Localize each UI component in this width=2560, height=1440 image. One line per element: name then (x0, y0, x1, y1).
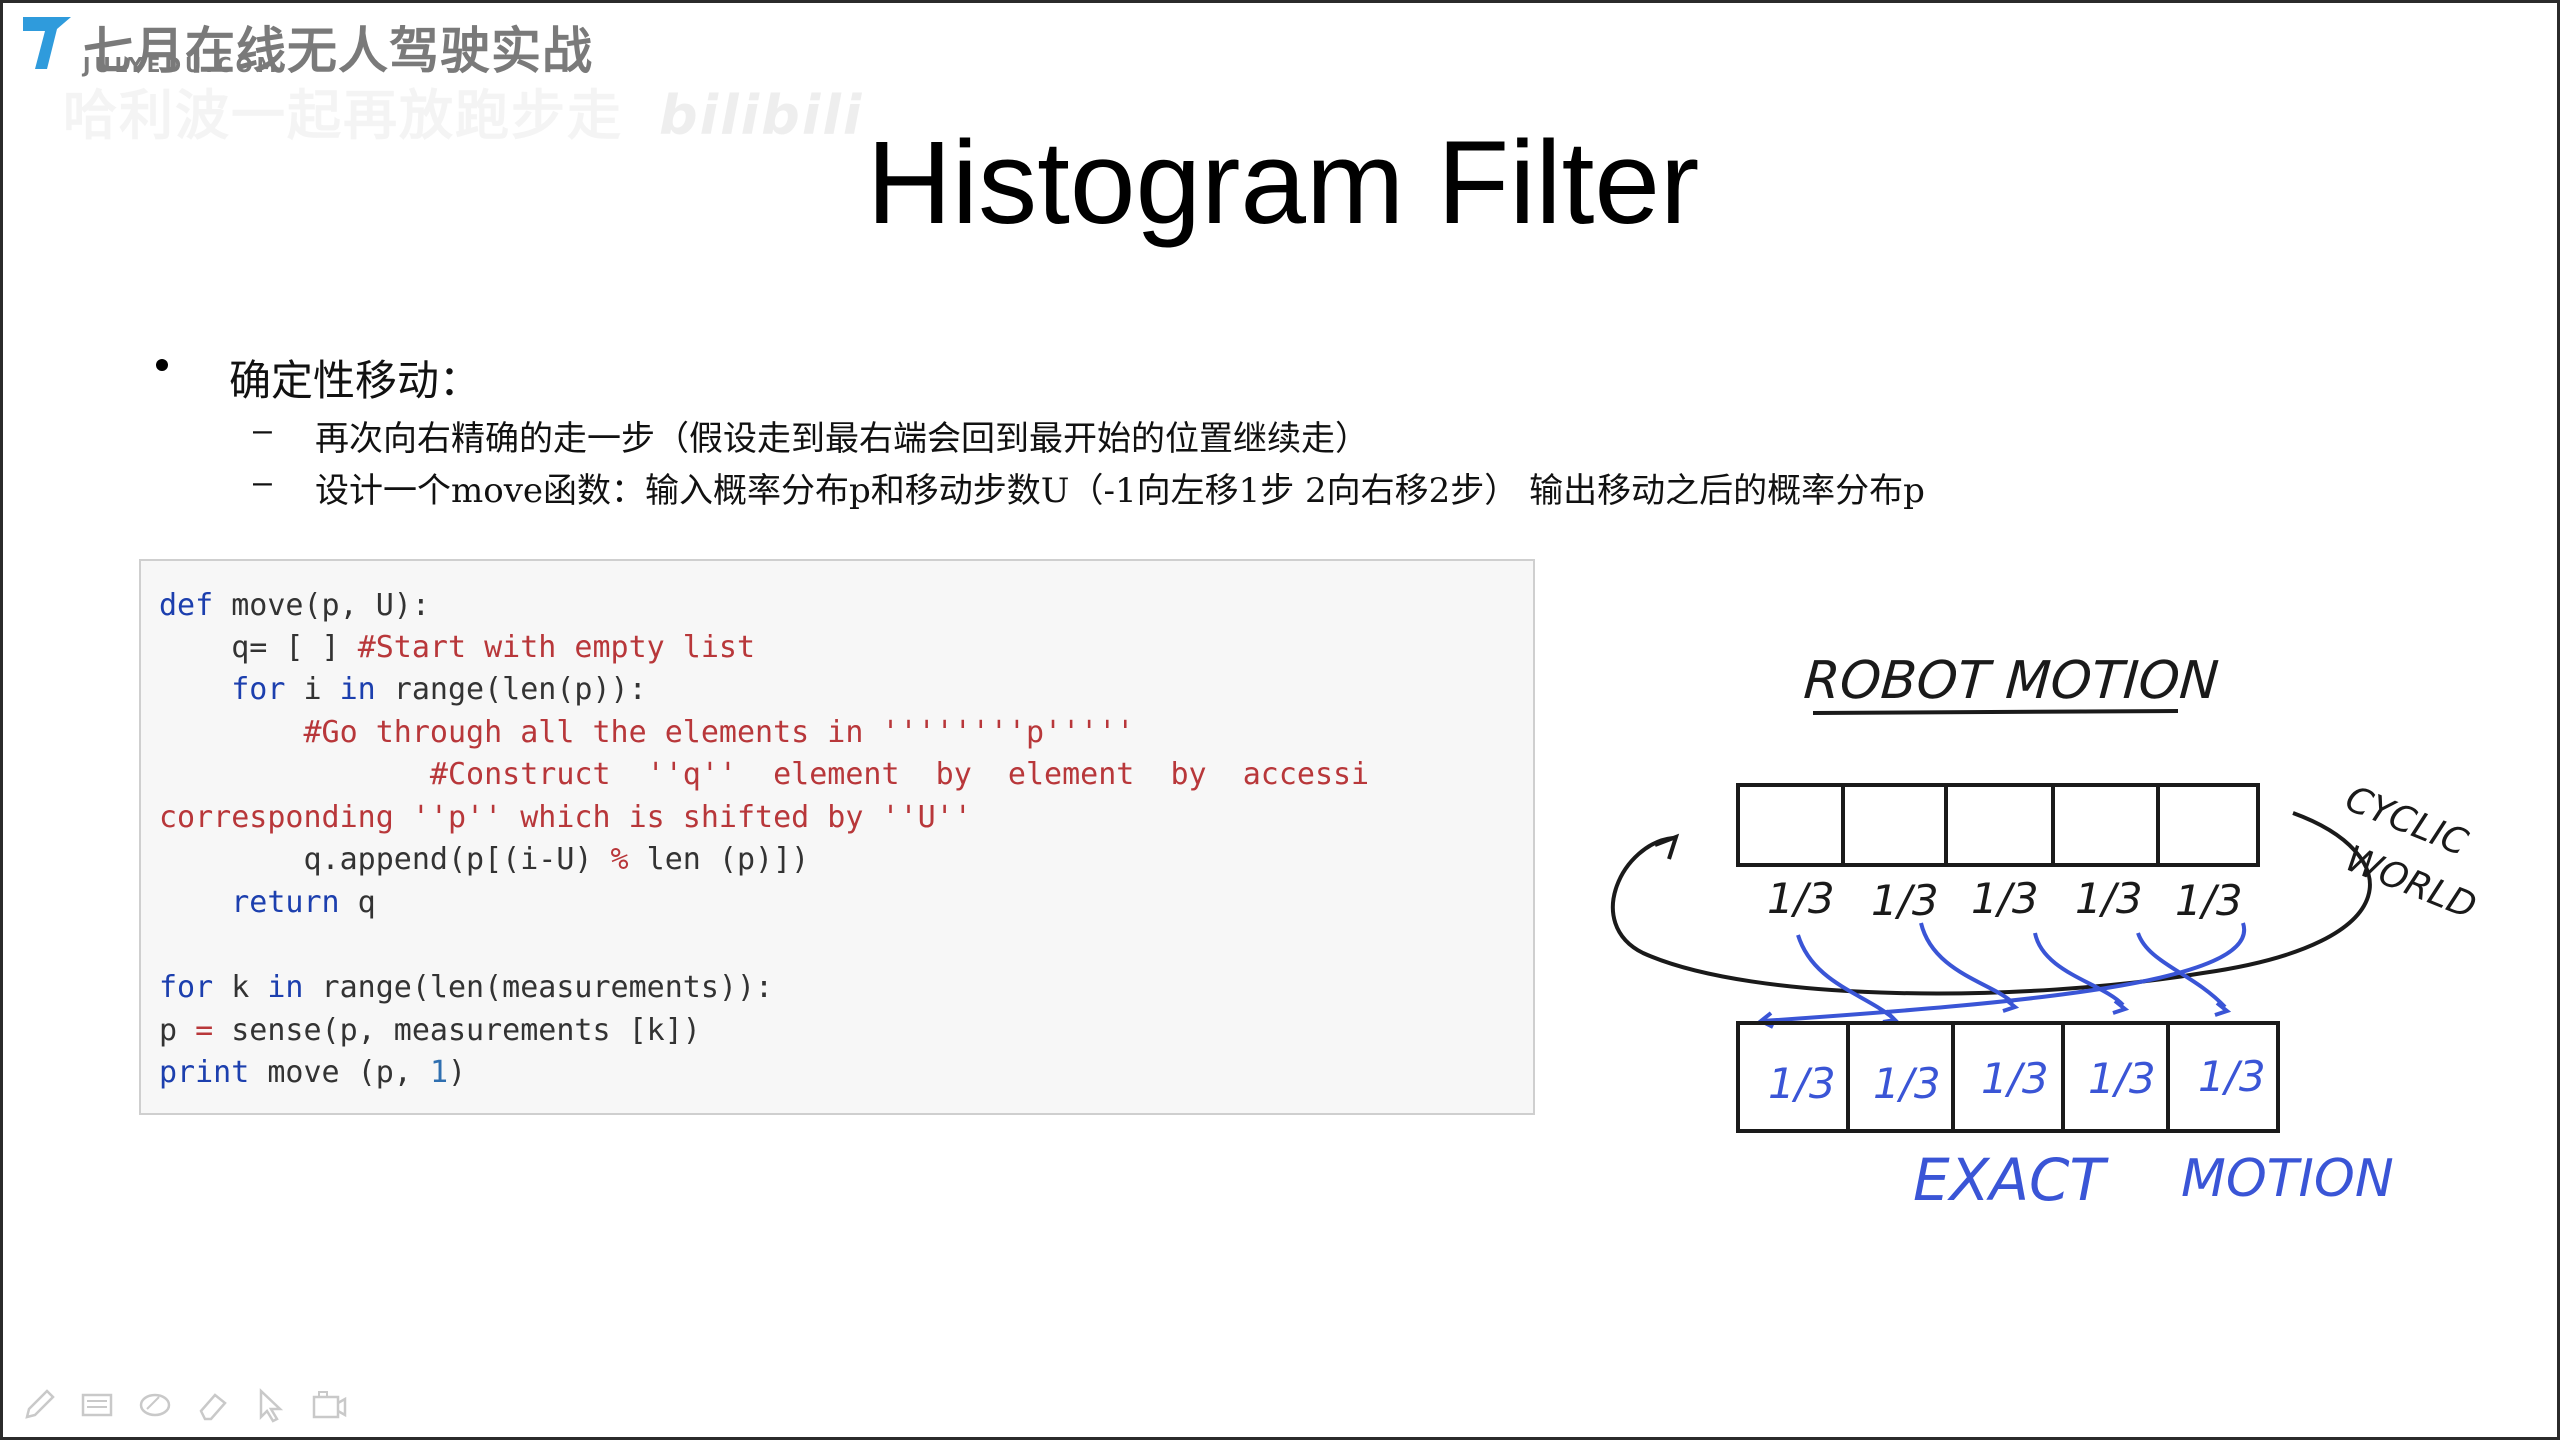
bottom-prob-label: 1/3 (2088, 1054, 2156, 1103)
code-line: #Go through all the elements in ''''''''… (159, 715, 1135, 750)
eraser-oval-icon[interactable] (137, 1387, 173, 1423)
shift-arrows (1757, 922, 2247, 1029)
bottom-prob-label: 1/3 (2198, 1052, 2266, 1101)
code-line: q.append(p[(i-U) % len (p)]) (159, 842, 810, 877)
code-line: p = sense(p, measurements [k]) (159, 1013, 701, 1048)
bottom-prob-label: 1/3 (1873, 1059, 1941, 1108)
bottom-prob-label: 1/3 (1768, 1059, 1836, 1108)
code-line: for k in range(len(measurements)): (159, 970, 774, 1005)
camera-icon[interactable] (311, 1387, 347, 1423)
sub-bullet-2: 设计一个move函数：输入概率分布p和移动步数U（-1向左移1步 2向右移2步）… (315, 471, 1925, 511)
code-block: def move(p, U): q= [ ] #Start with empty… (139, 559, 1535, 1115)
pointer-icon[interactable] (253, 1387, 289, 1423)
motion-label: MOTION (2181, 1149, 2394, 1209)
exact-label: EXACT (1913, 1146, 2110, 1214)
bullet-heading: 确定性移动： (229, 356, 482, 405)
top-prob-label: 1/3 (2075, 874, 2143, 923)
julyedu-logo-icon (23, 17, 71, 69)
code-line: return q (159, 885, 376, 920)
code-line: q= [ ] #Start with empty list (159, 630, 756, 665)
bottom-prob-label: 1/3 (1981, 1054, 2049, 1103)
code-line: corresponding ''p'' which is shifted by … (159, 800, 972, 835)
diagram-heading: ROBOT MOTION (1802, 651, 2221, 711)
top-prob-label: 1/3 (1971, 874, 2039, 923)
eraser-icon[interactable] (195, 1387, 231, 1423)
sub-bullet-dash: – (253, 411, 272, 449)
pen-icon[interactable] (21, 1387, 57, 1423)
top-prob-label: 1/3 (1871, 876, 1939, 925)
code-line: #Construct ''q'' element by element by a… (159, 757, 1370, 792)
robot-motion-diagram: ROBOT MOTION 1/3 1/3 1/3 1/3 1/3 CYCLIC … (1611, 651, 2482, 1214)
code-line: def move(p, U): (159, 588, 430, 623)
code-line: print move (p, 1) (159, 1055, 467, 1090)
slide-title: Histogram Filter (866, 117, 1700, 249)
code-line: for i in range(len(p)): (159, 672, 647, 707)
top-cells (1736, 783, 2260, 867)
bullet-marker (156, 359, 168, 371)
top-prob-label: 1/3 (2175, 876, 2243, 925)
annotation-toolbar (21, 1383, 347, 1427)
top-prob-label: 1/3 (1767, 874, 1835, 923)
sub-bullet-1: 再次向右精确的走一步（假设走到最右端会回到最开始的位置继续走） (315, 419, 1369, 459)
heading-underline (1812, 709, 2179, 715)
slide-frame: 七月在线无人驾驶实战 JULYEDU.COM 哈利波一起再放跑步走 bilibil… (0, 0, 2560, 1440)
sub-bullet-dash: – (253, 463, 272, 501)
whiteboard-icon[interactable] (79, 1387, 115, 1423)
